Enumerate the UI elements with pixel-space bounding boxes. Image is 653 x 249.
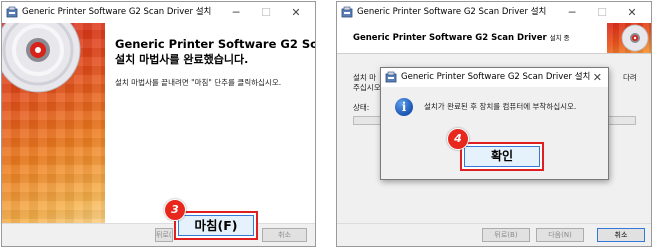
close-icon[interactable]: ✕ — [617, 2, 647, 23]
cancel-button[interactable]: 취소 — [597, 228, 645, 242]
dialog-message: 설치가 완료된 후 장치를 컴퓨터에 부착하십시오. — [424, 102, 577, 111]
cancel-button[interactable]: 취소 — [262, 228, 307, 242]
completion-subheading: 설치 마법사를 완료했습니다. — [115, 53, 249, 66]
step-badge-3: 3 — [164, 199, 186, 221]
window-title: Generic Printer Software G2 Scan Driver … — [357, 7, 547, 17]
wizard-header: Generic Printer Software G2 Scan Driver … — [337, 23, 651, 54]
close-icon[interactable]: ✕ — [593, 68, 602, 87]
window-title: Generic Printer Software G2 Scan Driver … — [22, 7, 212, 17]
installer-icon — [6, 6, 18, 18]
close-icon[interactable]: ✕ — [281, 2, 311, 23]
title-bar: Generic Printer Software G2 Scan Driver … — [337, 2, 651, 23]
wizard-button-bar: 뒤로(B) 취소 — [2, 223, 315, 246]
installer-window-complete: Generic Printer Software G2 Scan Driver … — [1, 1, 316, 247]
status-label: 상태: — [353, 103, 370, 112]
minimize-icon[interactable]: ─ — [557, 2, 587, 23]
finish-button[interactable]: 마침(F) — [178, 215, 254, 236]
minimize-icon[interactable]: ─ — [221, 2, 251, 23]
wizard-banner-image — [2, 23, 105, 228]
installer-icon — [385, 71, 397, 83]
disc-icon — [2, 23, 81, 93]
installing-heading: Generic Printer Software G2 Scan Driver … — [353, 33, 570, 43]
maximize-icon[interactable]: ☐ — [251, 2, 281, 23]
dialog-title-bar: Generic Printer Software G2 Scan Driver … — [381, 68, 608, 87]
ok-button[interactable]: 확인 — [464, 146, 540, 167]
next-button[interactable]: 다음(N) — [536, 228, 584, 242]
header-banner-image — [607, 23, 651, 53]
back-button[interactable]: 뒤로(B) — [482, 228, 530, 242]
progress-description-end: 다려 — [623, 73, 637, 82]
back-button[interactable]: 뒤로(B) — [155, 228, 173, 242]
ok-button-highlight: 확인 — [460, 142, 544, 171]
finish-button-highlight: 마침(F) — [174, 211, 258, 240]
progress-description-cont: 주십시오 — [353, 83, 381, 92]
installer-icon — [341, 6, 353, 18]
info-icon: i — [395, 98, 413, 116]
step-badge-4: 4 — [447, 128, 469, 150]
completion-heading: Generic Printer Software G2 Scan Driver — [115, 37, 316, 51]
disc-icon — [621, 24, 649, 52]
dialog-title: Generic Printer Software G2 Scan Driver … — [401, 72, 591, 82]
title-bar: Generic Printer Software G2 Scan Driver … — [2, 2, 315, 23]
maximize-icon[interactable]: ☐ — [587, 2, 617, 23]
wizard-content: Generic Printer Software G2 Scan Driver … — [105, 23, 315, 228]
wizard-button-bar: 뒤로(B) 다음(N) 취소 — [337, 223, 651, 246]
completion-instruction: 설치 마법사를 끝내려면 "마침" 단추를 클릭하십시오. — [115, 78, 282, 87]
